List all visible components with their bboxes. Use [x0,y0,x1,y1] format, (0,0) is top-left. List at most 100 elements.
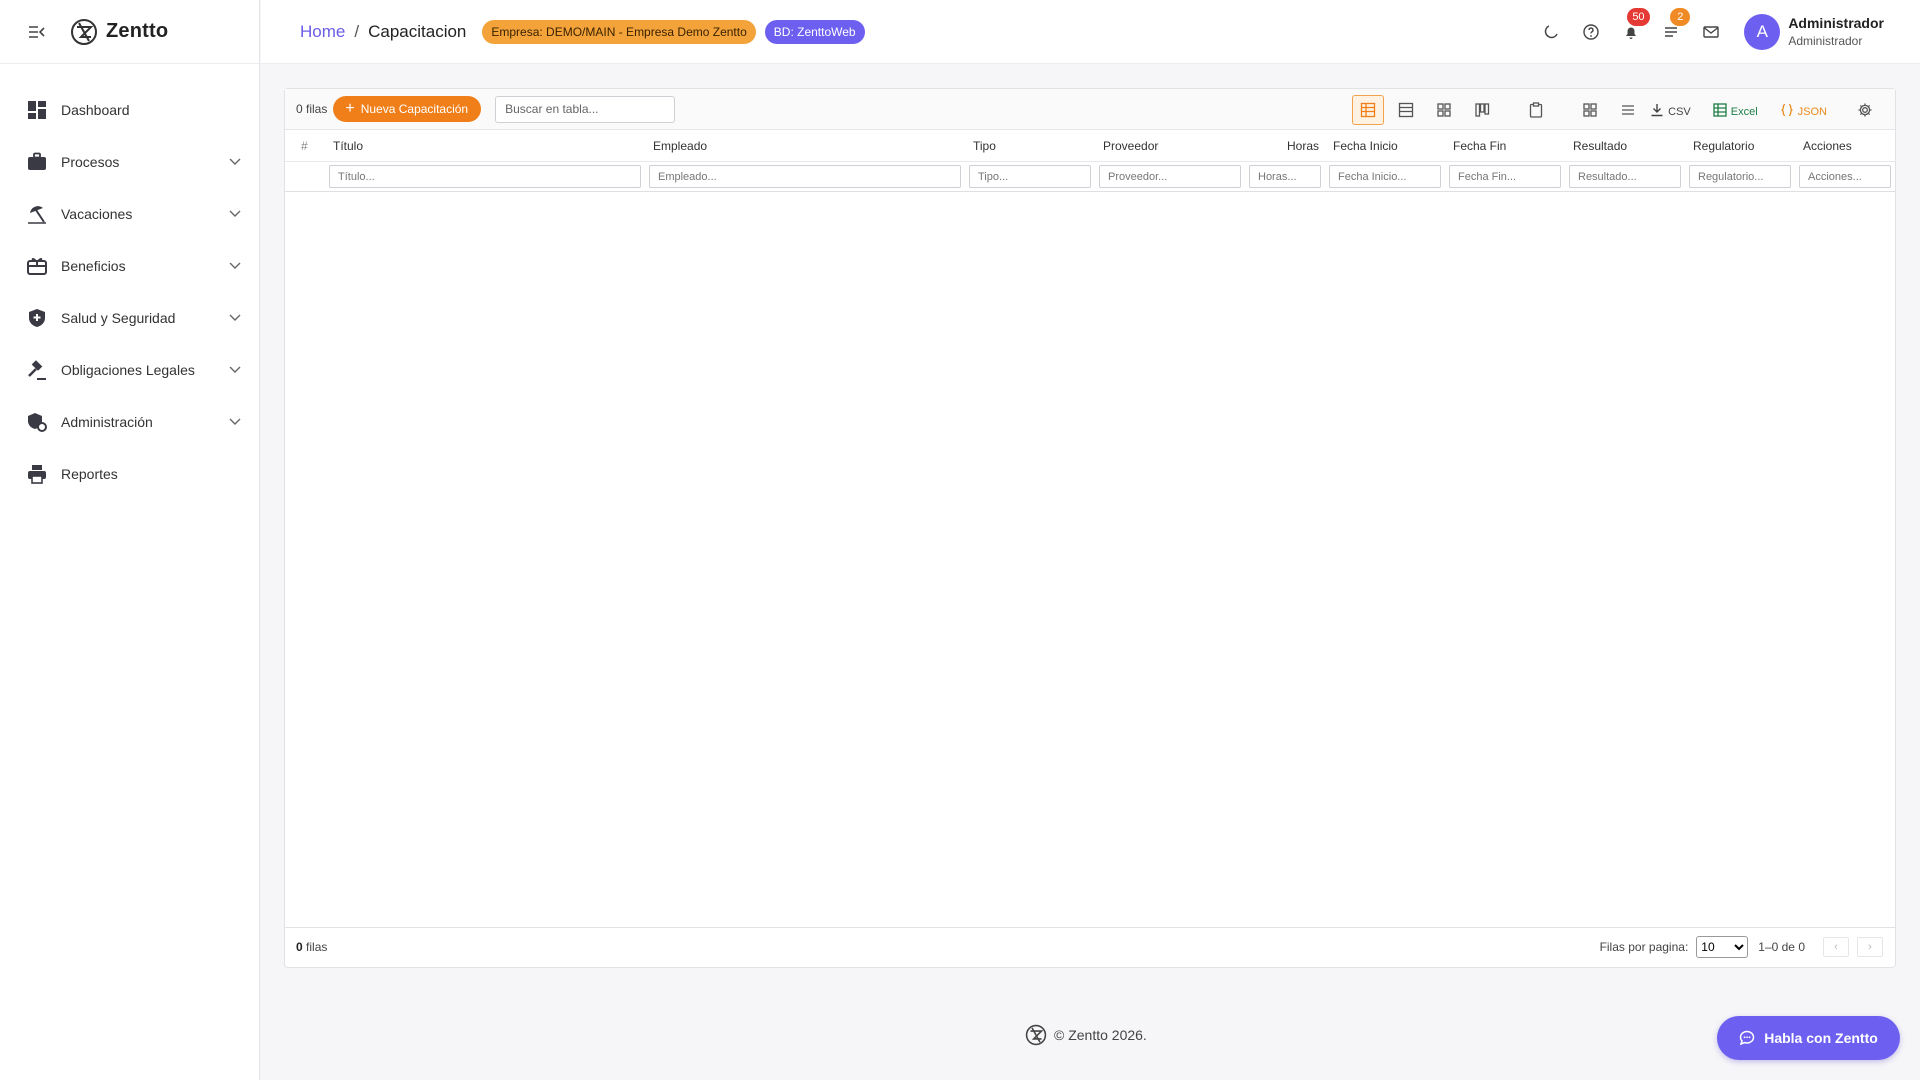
export-excel-button[interactable]: Excel [1713,102,1758,118]
card-view-button[interactable] [1428,95,1460,125]
filter-horas-input[interactable] [1249,165,1321,188]
footer-count-number: 0 [296,940,303,954]
dashboard-icon [25,98,49,122]
export-csv-button[interactable]: CSV [1650,102,1691,118]
filter-fecha-fin-input[interactable] [1449,165,1561,188]
page-range: 1–0 de 0 [1758,940,1805,954]
column-header-empleado[interactable]: Empleado [645,139,965,153]
table-grid-icon [1360,102,1376,117]
column-header-proveedor[interactable]: Proveedor [1095,139,1245,153]
sidebar-item-beneficios[interactable]: Beneficios [0,240,259,292]
row-count: 0 filas [296,102,328,116]
company-chip[interactable]: Empresa: DEMO/MAIN - Empresa Demo Zentto [482,19,756,44]
breadcrumb: Home / Capacitacion [300,22,466,42]
footer-row-count: 0 filas [296,940,327,954]
table-view-button[interactable] [1352,94,1385,125]
beach-icon [25,202,49,226]
export-json-label: JSON [1797,105,1827,118]
rows-icon [1398,102,1414,117]
app-name: Zentto [106,20,169,42]
braces-icon [1781,103,1793,116]
filter-titulo-input[interactable] [329,165,641,188]
tasks-button[interactable]: 2 [1658,8,1691,45]
filter-acciones-input[interactable] [1799,165,1891,188]
user-role: Administrador [1788,34,1863,48]
new-button-label: Nueva Capacitación [360,102,469,116]
column-header-resultado[interactable]: Resultado [1565,139,1685,153]
sidebar-item-vacaciones[interactable]: Vacaciones [0,188,259,240]
avatar[interactable]: A [1744,14,1781,50]
chevron-down-icon [227,258,243,274]
breadcrumb-home-link[interactable]: Home [300,22,345,42]
prev-page-button[interactable]: ‹ [1823,937,1849,957]
column-header-titulo[interactable]: Título [325,139,645,153]
admin-settings-icon [25,410,49,434]
sidebar-item-reportes[interactable]: Reportes [0,448,259,500]
filter-proveedor-input[interactable] [1099,165,1241,188]
user-name: Administrador [1788,15,1884,31]
sidebar-item-procesos[interactable]: Procesos [0,136,259,188]
column-header-index: # [301,138,308,153]
grid-settings-button[interactable] [1849,95,1881,125]
kanban-icon [1475,102,1490,117]
filter-resultado-input[interactable] [1569,165,1681,188]
dark-mode-toggle[interactable] [1538,19,1564,45]
notifications-button[interactable]: 50 [1618,8,1650,45]
chevron-down-icon [227,310,243,326]
filter-regulatorio-input[interactable] [1689,165,1791,188]
zentto-logo-icon [71,18,97,45]
density-comfortable-button[interactable] [1574,95,1606,125]
table-filter-row [285,162,1895,192]
filter-empleado-input[interactable] [649,165,961,188]
column-header-fecha-inicio[interactable]: Fecha Inicio [1325,139,1445,153]
grid-icon [1437,102,1451,117]
column-header-regulatorio[interactable]: Regulatorio [1685,139,1795,153]
table-header-row: # Título Empleado Tipo Proveedor Horas F… [285,130,1895,162]
breadcrumb-separator: / [354,21,360,41]
new-capacitacion-button[interactable]: + Nueva Capacitación [333,96,482,122]
chevron-down-icon [227,206,243,222]
copyright-text: © Zentto 2026. [1054,1027,1147,1043]
plus-icon: + [345,100,355,117]
column-header-tipo[interactable]: Tipo [965,139,1095,153]
sidebar-item-label: Vacaciones [61,206,133,222]
clipboard-button[interactable] [1520,95,1552,125]
help-button[interactable] [1578,19,1604,45]
moon-icon [1545,25,1558,39]
user-menu[interactable]: Administrador Administrador [1788,14,1884,50]
database-chip[interactable]: BD: ZenttoWeb [764,19,865,44]
menu-lines-icon [1622,104,1635,115]
chevron-down-icon [227,154,243,170]
column-header-fecha-fin[interactable]: Fecha Fin [1445,139,1565,153]
density-compact-button[interactable] [1612,95,1644,125]
column-header-horas[interactable]: Horas [1245,139,1325,153]
filter-fecha-inicio-input[interactable] [1329,165,1441,188]
sidebar-item-label: Salud y Seguridad [61,310,176,326]
chat-button[interactable]: Habla con Zentto [1717,1016,1900,1060]
export-json-button[interactable]: JSON [1780,102,1827,118]
chevron-down-icon [227,362,243,378]
page-title: Capacitacion [368,21,467,41]
export-excel-label: Excel [1730,105,1758,118]
sidebar-item-administracion[interactable]: Administración [0,396,259,448]
kanban-view-button[interactable] [1466,95,1498,125]
rows-per-page-label: Filas por pagina: [1599,940,1689,954]
notifications-badge: 50 [1627,8,1650,26]
list-view-button[interactable] [1390,95,1422,125]
export-csv-label: CSV [1668,105,1691,118]
chat-button-label: Habla con Zentto [1764,1030,1878,1046]
sidebar-item-obligaciones-legales[interactable]: Obligaciones Legales [0,344,259,396]
sidebar-item-salud-seguridad[interactable]: Salud y Seguridad [0,292,259,344]
pagination: Filas por pagina: 10 1–0 de 0 ‹ › [1600,928,1883,966]
chat-bubble-icon [1739,1030,1755,1046]
data-grid-card: 0 filas + Nueva Capacitación Buscar en t… [284,88,1896,968]
next-page-button[interactable]: › [1857,937,1883,957]
sidebar-item-dashboard[interactable]: Dashboard [0,84,259,136]
table-search-input[interactable] [495,95,676,123]
app-logo[interactable]: Zentto [70,18,168,46]
excel-table-icon [1713,102,1727,117]
messages-button[interactable] [1698,19,1724,45]
rows-per-page-select[interactable]: 10 [1696,936,1749,958]
menu-collapse-icon[interactable] [26,21,48,43]
filter-tipo-input[interactable] [969,165,1091,188]
